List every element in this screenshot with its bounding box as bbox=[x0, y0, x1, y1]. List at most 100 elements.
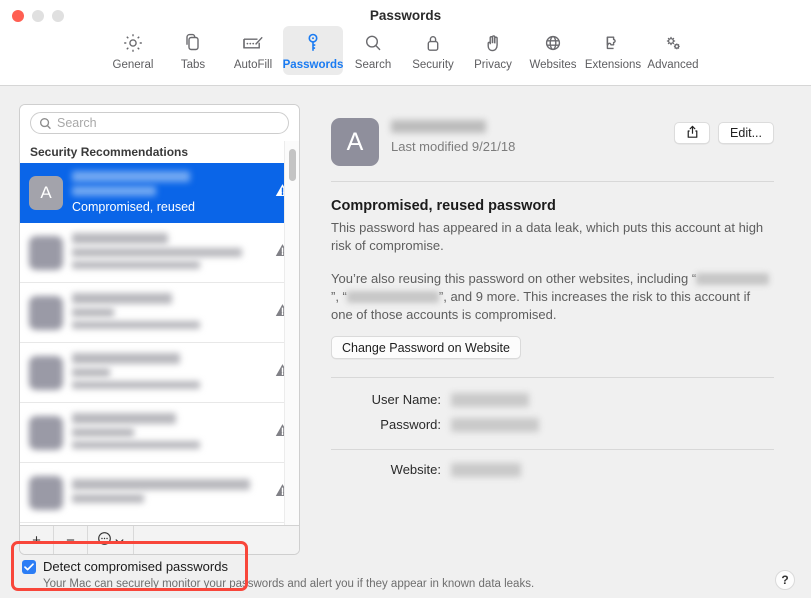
tab-websites[interactable]: Websites bbox=[523, 26, 583, 75]
last-modified-text: Last modified 9/21/18 bbox=[391, 139, 516, 154]
edit-button[interactable]: Edit... bbox=[718, 122, 774, 144]
avatar bbox=[29, 235, 63, 270]
tab-extensions[interactable]: Extensions bbox=[583, 26, 643, 75]
list-item-text bbox=[72, 478, 268, 507]
list-item-status: Compromised, reused bbox=[72, 200, 195, 214]
list-item[interactable] bbox=[20, 463, 299, 523]
detect-compromised-label: Detect compromised passwords bbox=[43, 559, 228, 574]
list-item-text bbox=[72, 292, 268, 333]
website-row: Website: bbox=[331, 462, 774, 477]
tab-extensions-label: Extensions bbox=[584, 59, 642, 71]
detect-compromised-checkbox[interactable] bbox=[22, 560, 36, 574]
globe-icon bbox=[541, 30, 565, 56]
avatar: A bbox=[331, 118, 379, 166]
tab-tabs[interactable]: Tabs bbox=[163, 26, 223, 75]
share-button[interactable] bbox=[674, 122, 711, 144]
tab-websites-label: Websites bbox=[529, 59, 577, 71]
issue-paragraph-2-mid: ”, “ bbox=[331, 289, 347, 304]
title-bar: Passwords General Tabs AutoFill Password… bbox=[0, 0, 811, 86]
detail-title-block: Last modified 9/21/18 bbox=[391, 118, 674, 154]
more-actions-button[interactable] bbox=[88, 526, 134, 554]
change-password-on-website-button[interactable]: Change Password on Website bbox=[331, 336, 521, 359]
tab-advanced-label: Advanced bbox=[647, 59, 699, 71]
list-item-text: Compromised, reused bbox=[72, 171, 268, 214]
autofill-icon bbox=[240, 30, 266, 56]
tab-autofill[interactable]: AutoFill bbox=[223, 26, 283, 75]
username-row: User Name: bbox=[331, 392, 774, 407]
search-input[interactable] bbox=[57, 116, 280, 130]
password-detail-pane: A Last modified 9/21/18 Edit... Compromi… bbox=[313, 104, 792, 555]
detect-compromised-sublabel: Your Mac can securely monitor your passw… bbox=[43, 578, 535, 590]
redacted-status bbox=[72, 320, 200, 329]
tab-advanced[interactable]: Advanced bbox=[643, 26, 703, 75]
tab-general[interactable]: General bbox=[103, 26, 163, 75]
redacted-site bbox=[72, 352, 180, 364]
redacted-password-value[interactable] bbox=[451, 417, 539, 432]
redacted-status bbox=[72, 380, 200, 389]
redacted-site bbox=[72, 292, 172, 304]
gears-icon bbox=[661, 30, 685, 56]
redacted-username-value[interactable] bbox=[451, 392, 529, 407]
tab-search[interactable]: Search bbox=[343, 26, 403, 75]
scrollbar-thumb[interactable] bbox=[289, 149, 296, 181]
preferences-content: Security Recommendations A Compromised, … bbox=[0, 86, 811, 598]
redacted-username bbox=[72, 247, 242, 257]
passwords-preferences-window: Passwords General Tabs AutoFill Password… bbox=[0, 0, 811, 598]
redacted-reused-site-2 bbox=[346, 291, 439, 303]
security-recommendations-header: Security Recommendations bbox=[30, 145, 189, 159]
tab-tabs-label: Tabs bbox=[180, 59, 206, 71]
list-item[interactable] bbox=[20, 343, 299, 403]
list-item-text bbox=[72, 352, 268, 393]
avatar bbox=[29, 475, 63, 510]
help-button[interactable]: ? bbox=[775, 570, 795, 590]
tab-privacy[interactable]: Privacy bbox=[463, 26, 523, 75]
issue-paragraph-2: You’re also reusing this password on oth… bbox=[331, 270, 774, 324]
list-item[interactable] bbox=[20, 403, 299, 463]
passwords-list[interactable]: A Compromised, reused bbox=[20, 163, 299, 526]
lock-icon bbox=[421, 30, 445, 56]
tab-passwords[interactable]: Passwords bbox=[283, 26, 343, 75]
passwords-sidebar: Security Recommendations A Compromised, … bbox=[19, 104, 300, 555]
tab-security[interactable]: Security bbox=[403, 26, 463, 75]
password-row: Password: bbox=[331, 417, 774, 432]
redacted-reused-site-1 bbox=[696, 273, 770, 285]
tab-search-label: Search bbox=[354, 59, 392, 71]
tab-privacy-label: Privacy bbox=[474, 59, 512, 71]
detail-header-actions: Edit... bbox=[674, 118, 774, 144]
list-item-text bbox=[72, 232, 268, 273]
redacted-username bbox=[72, 307, 114, 317]
search-field[interactable] bbox=[30, 112, 289, 134]
avatar bbox=[29, 415, 63, 450]
list-item-text bbox=[72, 412, 268, 453]
list-item[interactable]: A Compromised, reused bbox=[20, 163, 299, 223]
tab-passwords-label: Passwords bbox=[282, 59, 344, 71]
detect-compromised-passwords-group[interactable]: Detect compromised passwords Your Mac ca… bbox=[22, 559, 534, 590]
redacted-site bbox=[391, 120, 486, 133]
redacted-website-value[interactable] bbox=[451, 462, 521, 477]
tab-autofill-label: AutoFill bbox=[233, 59, 273, 71]
website-fields: Website: bbox=[331, 462, 774, 477]
list-toolbar-spacer bbox=[134, 526, 299, 554]
divider bbox=[331, 377, 774, 378]
divider bbox=[331, 181, 774, 182]
avatar: A bbox=[29, 175, 63, 210]
chevron-down-icon bbox=[115, 532, 124, 549]
puzzle-icon bbox=[601, 30, 625, 56]
list-toolbar: + − bbox=[20, 525, 299, 554]
issue-paragraph-2-start: You’re also reusing this password on oth… bbox=[331, 271, 697, 286]
list-item[interactable] bbox=[20, 283, 299, 343]
hand-icon bbox=[481, 30, 505, 56]
remove-password-button[interactable]: − bbox=[54, 526, 88, 554]
tab-security-label: Security bbox=[412, 59, 454, 71]
list-scrollbar[interactable] bbox=[284, 141, 299, 526]
checkmark-icon bbox=[24, 563, 34, 571]
add-password-button[interactable]: + bbox=[20, 526, 54, 554]
divider bbox=[331, 449, 774, 450]
redacted-site bbox=[72, 412, 176, 424]
search-icon bbox=[39, 117, 52, 130]
tabs-icon bbox=[181, 30, 205, 56]
redacted-site bbox=[72, 478, 250, 490]
list-item[interactable] bbox=[20, 223, 299, 283]
redacted-site bbox=[72, 171, 190, 182]
redacted-username bbox=[72, 186, 156, 196]
